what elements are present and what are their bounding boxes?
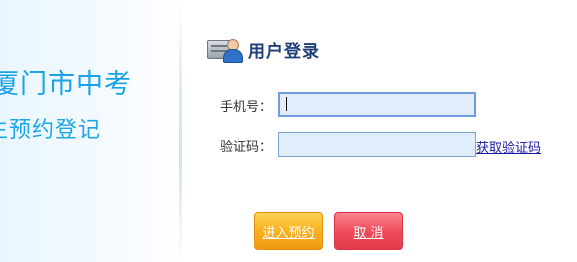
- phone-label: 手机号：: [220, 100, 273, 115]
- left-promo-panel: 厦门市中考 生预约登记: [0, 0, 180, 262]
- user-card-icon: [207, 33, 245, 65]
- panel-divider: [179, 0, 182, 262]
- promo-title-line2: 生预约登记: [0, 118, 102, 143]
- phone-input[interactable]: [278, 92, 476, 117]
- verification-code-input[interactable]: [278, 132, 476, 157]
- code-label: 验证码：: [220, 140, 273, 155]
- cancel-button[interactable]: 取 消: [334, 212, 403, 250]
- login-title: 用户登录: [248, 41, 320, 62]
- get-verification-code-link[interactable]: 获取验证码: [476, 137, 541, 156]
- promo-title-line1: 厦门市中考: [0, 69, 132, 100]
- text-caret: [286, 96, 287, 111]
- login-header: 用户登录: [207, 33, 320, 65]
- enter-reservation-button[interactable]: 进入预约: [254, 212, 323, 250]
